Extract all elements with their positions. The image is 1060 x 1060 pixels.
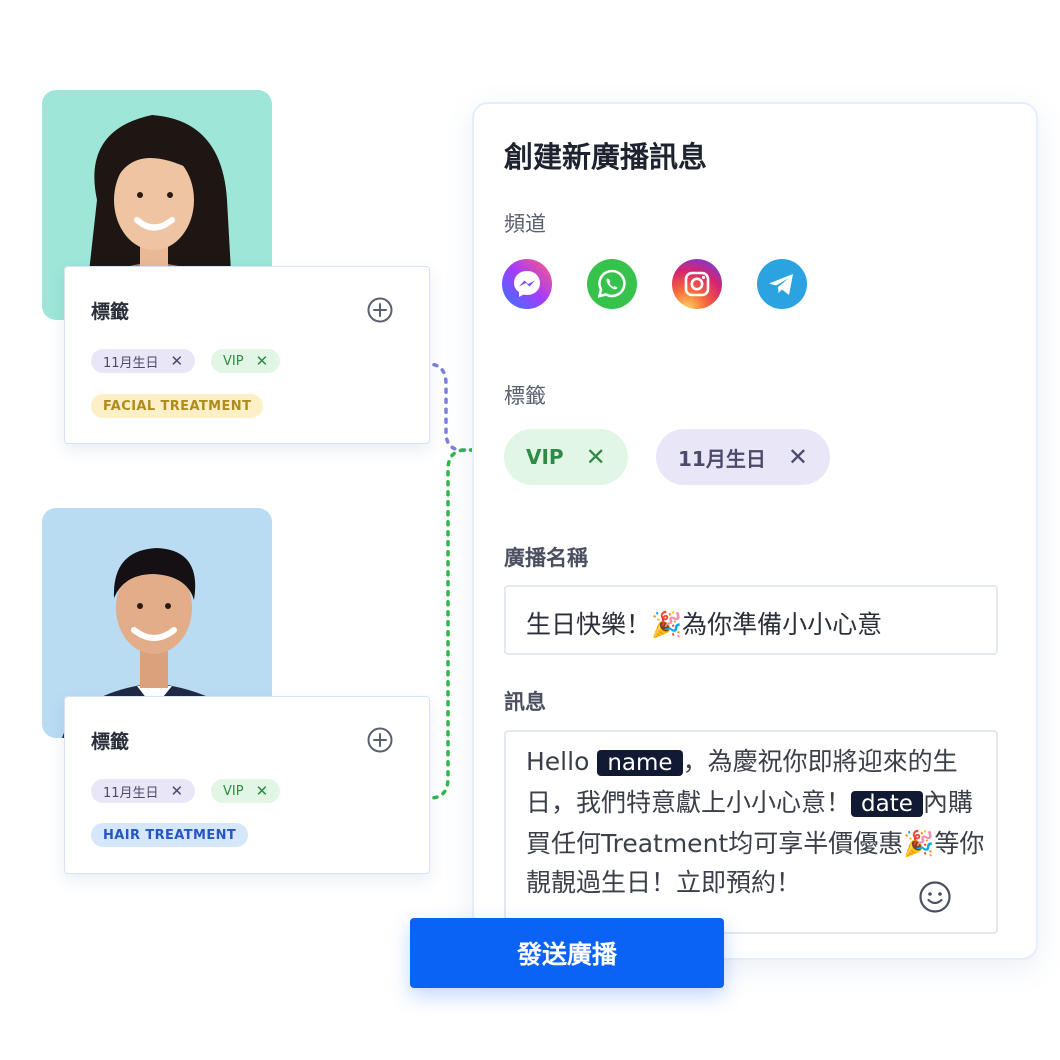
message-label: 訊息: [504, 690, 546, 714]
instagram-icon[interactable]: [672, 259, 722, 309]
broadcast-name-input[interactable]: 生日快樂！🎉為你準備小小心意: [504, 585, 998, 655]
plus-circle-icon[interactable]: [367, 727, 393, 753]
remove-tag-icon[interactable]: ✕: [256, 782, 269, 800]
broadcast-form-panel: 創建新廣播訊息 頻道 標籤 VIP ✕ 11月生日 ✕ 廣播名稱 生日快樂！🎉為…: [472, 102, 1038, 960]
tag-card-title: 標籤: [91, 301, 130, 323]
broadcast-name-value: 生日快樂！🎉為你準備小小心意: [526, 610, 883, 639]
emoji-icon[interactable]: [918, 880, 952, 914]
tag-chip-hair-treatment[interactable]: HAIR TREATMENT: [91, 823, 249, 847]
message-textarea[interactable]: Hello name ，為慶祝你即將迎來的生日，我們特意獻上小小心意！ date 內購…: [504, 730, 998, 934]
channels-label: 頻道: [504, 212, 546, 236]
remove-tag-icon[interactable]: ✕: [171, 352, 184, 370]
telegram-icon[interactable]: [757, 259, 807, 309]
selected-tag-vip[interactable]: VIP ✕: [504, 429, 628, 485]
broadcast-name-label: 廣播名稱: [504, 546, 588, 570]
tag-chip-birthday[interactable]: 11月生日 ✕: [91, 349, 196, 373]
tags-label: 標籤: [504, 384, 546, 408]
remove-tag-icon[interactable]: ✕: [586, 443, 606, 471]
contact-tag-card-1: 標籤 11月生日 ✕ VIP ✕ FACIAL TREATMENT: [64, 266, 430, 444]
tag-chip-facial-treatment[interactable]: FACIAL TREATMENT: [91, 394, 264, 418]
plus-circle-icon[interactable]: [367, 297, 393, 323]
tag-chip-birthday[interactable]: 11月生日 ✕: [91, 779, 196, 803]
variable-name-chip[interactable]: name: [597, 750, 683, 776]
remove-tag-icon[interactable]: ✕: [788, 443, 808, 471]
tag-chip-vip[interactable]: VIP ✕: [211, 349, 281, 373]
contact-tag-card-2: 標籤 11月生日 ✕ VIP ✕ HAIR TREATMENT: [64, 696, 430, 874]
tag-card-title: 標籤: [91, 731, 130, 753]
selected-tag-birthday[interactable]: 11月生日 ✕: [656, 429, 830, 485]
whatsapp-icon[interactable]: [587, 259, 637, 309]
messenger-icon[interactable]: [502, 259, 552, 309]
remove-tag-icon[interactable]: ✕: [171, 782, 184, 800]
send-broadcast-button[interactable]: 發送廣播: [410, 918, 724, 988]
message-text: Hello name ，為慶祝你即將迎來的生日，我們特意獻上小小心意！ date 內購…: [526, 747, 985, 897]
variable-date-chip[interactable]: date: [851, 791, 923, 817]
remove-tag-icon[interactable]: ✕: [256, 352, 269, 370]
form-title: 創建新廣播訊息: [504, 140, 708, 174]
tag-chip-vip[interactable]: VIP ✕: [211, 779, 281, 803]
